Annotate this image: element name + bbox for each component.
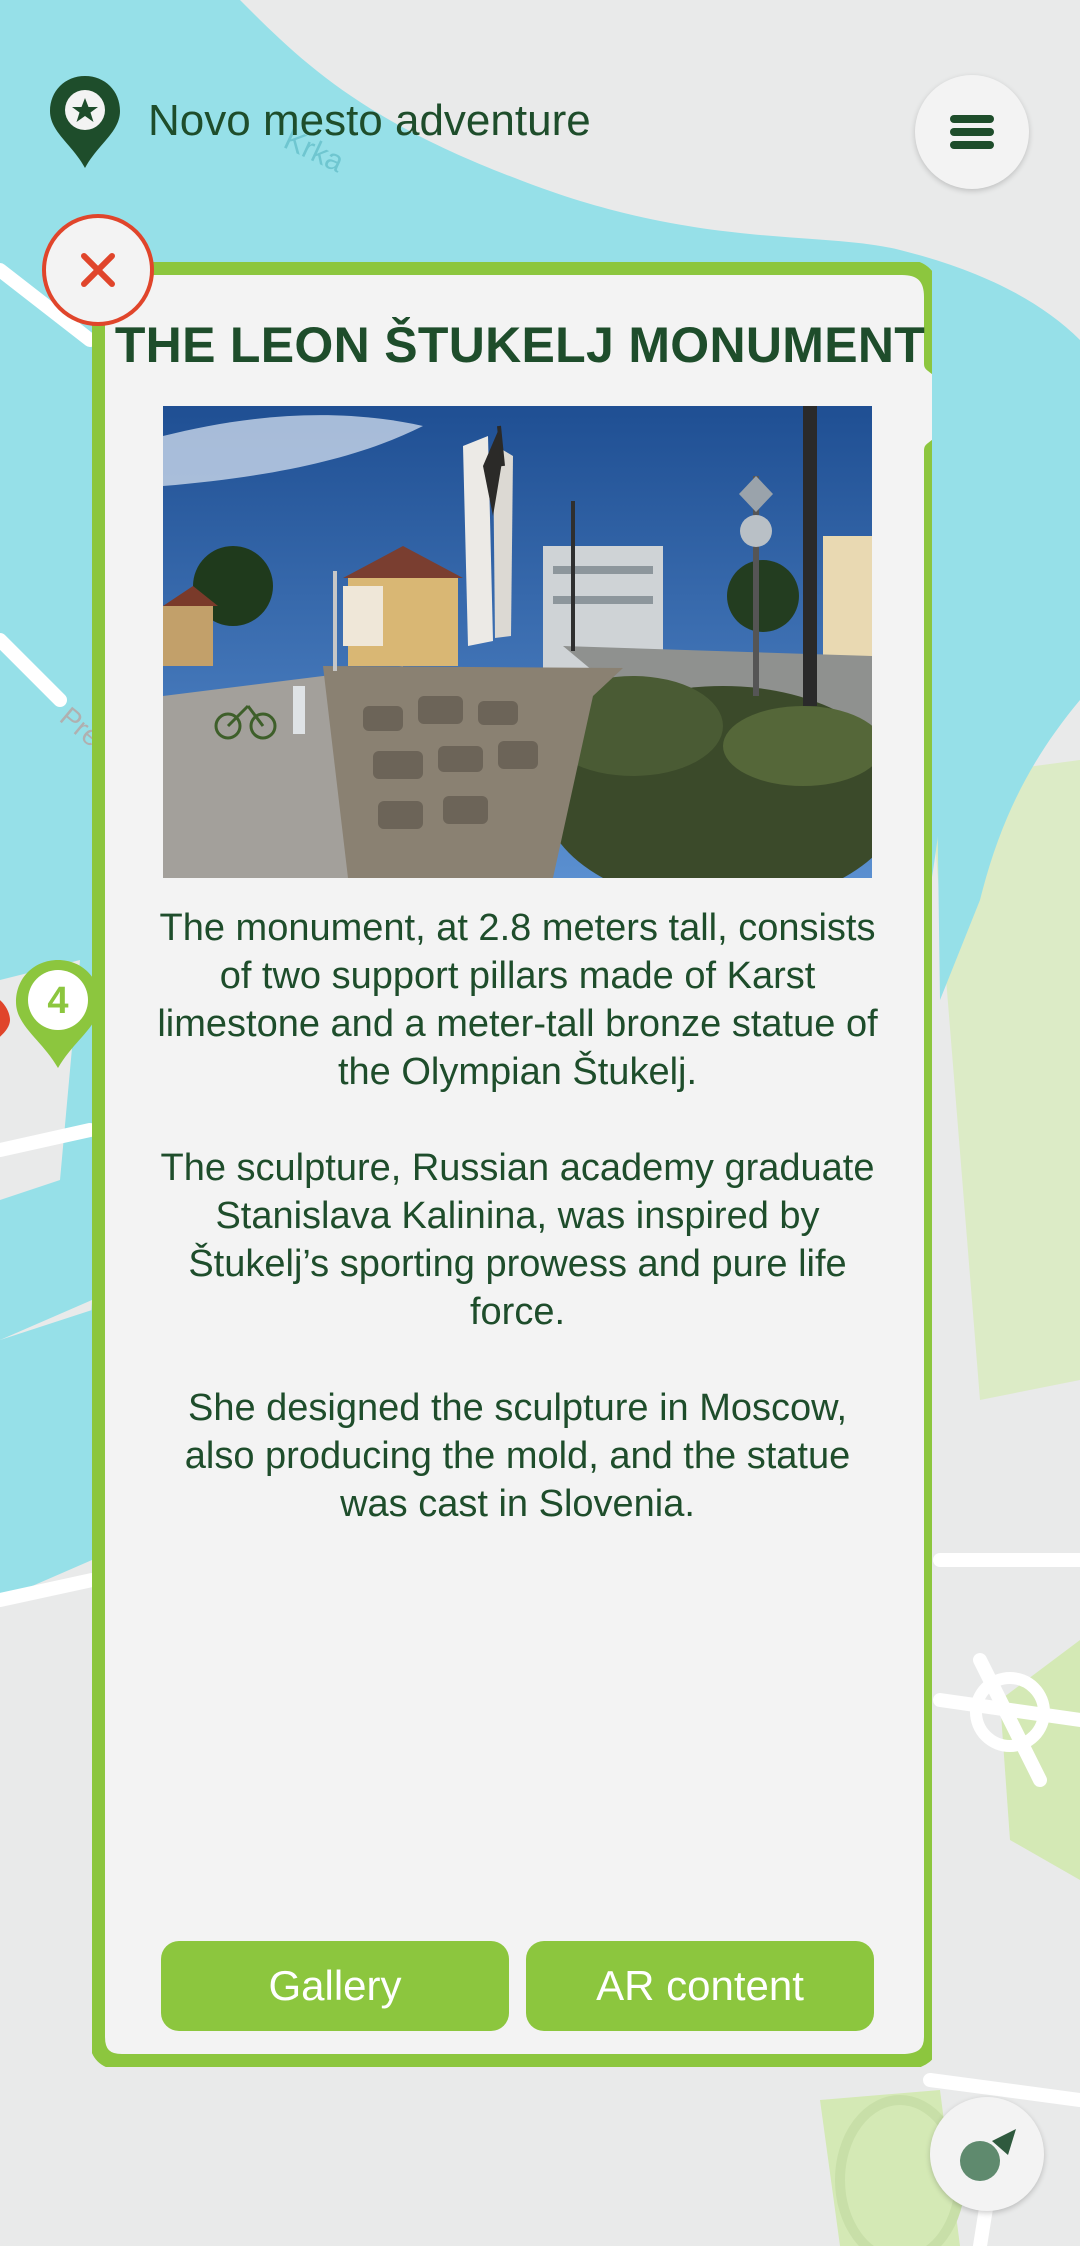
red-map-marker[interactable] bbox=[0, 990, 10, 1050]
hamburger-menu-icon bbox=[950, 110, 994, 154]
popup-title: THE LEON ŠTUKELJ MONUMENT bbox=[114, 317, 926, 373]
map-marker-4[interactable]: 4 bbox=[14, 958, 102, 1070]
menu-button[interactable] bbox=[915, 75, 1029, 189]
map-pin-star-icon bbox=[50, 76, 120, 168]
monument-photo[interactable] bbox=[163, 406, 872, 878]
monument-description: The monument, at 2.8 meters tall, consis… bbox=[150, 904, 885, 1576]
description-paragraph: She designed the sculpture in Moscow, al… bbox=[184, 1387, 851, 1525]
compass-button[interactable] bbox=[930, 2097, 1044, 2211]
close-popup-button[interactable] bbox=[42, 214, 154, 326]
close-icon bbox=[81, 253, 115, 287]
app-title: Novo mesto adventure bbox=[148, 96, 591, 145]
ar-content-button[interactable]: AR content bbox=[526, 1941, 874, 2031]
description-paragraph: The monument, at 2.8 meters tall, consis… bbox=[157, 907, 878, 1093]
description-paragraph: The sculpture, Russian academy graduate … bbox=[160, 1147, 875, 1333]
marker-number: 4 bbox=[47, 980, 68, 1022]
compass-icon bbox=[960, 2129, 1016, 2181]
gallery-button[interactable]: Gallery bbox=[161, 1941, 509, 2031]
app-header: Novo mesto adventure bbox=[0, 0, 1080, 250]
